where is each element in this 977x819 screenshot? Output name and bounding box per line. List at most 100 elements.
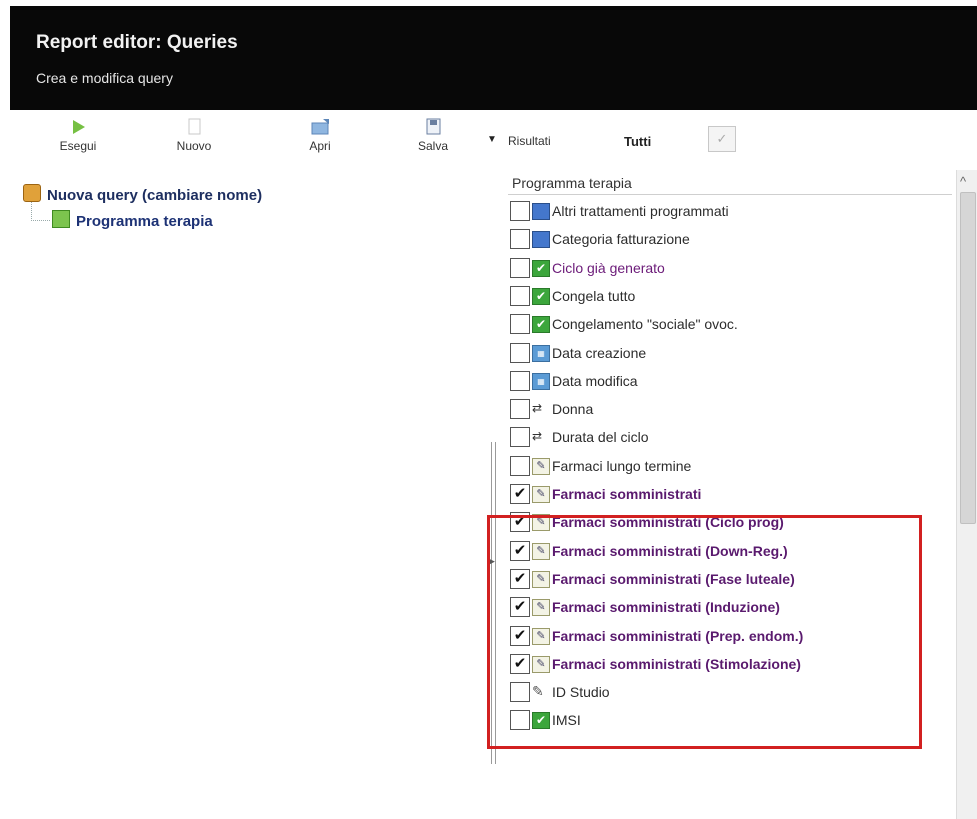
save-icon (426, 118, 441, 135)
field-checkbox[interactable]: ✔ (510, 512, 530, 533)
save-button-label: Salva (417, 139, 449, 153)
field-type-date-icon: ▦ (532, 372, 550, 390)
field-row[interactable]: ✔ ✎ Farmaci somministrati (510, 481, 950, 507)
field-type-edit-icon: ✎ (532, 486, 550, 503)
field-label: Donna (552, 401, 594, 418)
field-label: Ciclo già generato (552, 259, 665, 276)
open-folder-icon (311, 119, 329, 135)
field-checkbox[interactable] (510, 682, 530, 703)
scroll-up-icon[interactable]: ^ (960, 174, 966, 189)
page-subtitle: Crea e modifica query (36, 70, 173, 86)
play-icon (73, 120, 85, 134)
field-checkbox[interactable]: ✔ (510, 597, 530, 618)
field-checkbox[interactable] (510, 710, 530, 731)
tree-root-query[interactable]: Nuova query (cambiare nome) (23, 184, 262, 204)
field-label: Durata del ciclo (552, 429, 649, 446)
field-checkbox[interactable] (510, 399, 530, 420)
table-icon (52, 210, 70, 228)
header-bar: Report editor: Queries Crea e modifica q… (10, 6, 977, 110)
field-label: Farmaci somministrati (Induzione) (552, 599, 780, 616)
field-type-link-icon: ⇄ (532, 401, 543, 416)
field-row[interactable]: ✎ Farmaci lungo termine (510, 453, 950, 479)
field-label: Congela tutto (552, 287, 636, 304)
field-label: Farmaci somministrati (Down-Reg.) (552, 542, 788, 559)
field-row[interactable]: ✔ ✎ Farmaci somministrati (Fase luteale) (510, 566, 950, 592)
field-label: Farmaci lungo termine (552, 457, 692, 474)
tree-connector (31, 202, 50, 221)
field-type-bool-icon: ✔ (532, 287, 550, 305)
field-checkbox[interactable]: ✔ (510, 540, 530, 561)
field-row[interactable]: ✔ Congelamento "sociale" ovoc. (510, 311, 950, 337)
field-row[interactable]: ✔ ✎ Farmaci somministrati (Ciclo prog) (510, 509, 950, 535)
field-row[interactable]: ✔ Congela tutto (510, 283, 950, 309)
save-button[interactable]: Salva (398, 116, 468, 162)
tree-root-label: Nuova query (cambiare nome) (47, 187, 263, 204)
database-icon (23, 184, 41, 202)
field-type-bool-icon: ✔ (532, 316, 550, 334)
field-type-bool-icon: ✔ (532, 259, 550, 277)
field-checkbox[interactable] (510, 314, 530, 335)
field-checkbox[interactable] (510, 229, 530, 250)
field-row[interactable]: ▦ Data modifica (510, 368, 950, 394)
field-type-link-icon: ⇄ (532, 429, 543, 444)
field-label: Farmaci somministrati (Fase luteale) (552, 570, 795, 587)
field-checkbox[interactable] (510, 342, 530, 363)
panel-splitter[interactable] (491, 442, 496, 764)
results-label: Risultati (508, 134, 551, 148)
field-row[interactable]: ✔ ✎ Farmaci somministrati (Induzione) (510, 594, 950, 620)
open-button-label: Apri (309, 139, 331, 153)
field-row[interactable]: ▦ Data creazione (510, 340, 950, 366)
field-type-edit-icon: ✎ (532, 514, 550, 532)
field-row[interactable]: ⇄ Durata del ciclo (510, 424, 950, 450)
field-type-edit-icon: ✎ (532, 655, 550, 673)
field-row[interactable]: ✔ IMSI (510, 707, 950, 733)
field-row[interactable]: ✎ ID Studio (510, 679, 950, 705)
field-checkbox[interactable]: ✔ (510, 625, 530, 646)
open-button[interactable]: Apri (285, 116, 355, 162)
field-label: Congelamento "sociale" ovoc. (552, 316, 738, 333)
field-row[interactable]: Categoria fatturazione (510, 226, 950, 252)
field-checkbox[interactable]: ✔ (510, 484, 530, 504)
field-row[interactable]: ✔ Ciclo già generato (510, 255, 950, 281)
run-button-label: Esegui (59, 139, 97, 153)
field-label: Farmaci somministrati (Ciclo prog) (552, 514, 784, 531)
new-document-icon (188, 118, 201, 135)
collapse-arrow-icon[interactable]: ▶ (488, 556, 495, 567)
field-row[interactable]: Altri trattamenti programmati (510, 198, 950, 224)
field-checkbox[interactable] (510, 285, 530, 306)
field-checkbox[interactable] (510, 455, 530, 476)
field-type-edit-icon: ✎ (532, 570, 550, 588)
field-row[interactable]: ✔ ✎ Farmaci somministrati (Prep. endom.) (510, 623, 950, 649)
field-checkbox[interactable] (510, 201, 530, 221)
field-checkbox[interactable] (510, 370, 530, 391)
field-checkbox[interactable] (510, 427, 530, 448)
field-row[interactable]: ✔ ✎ Farmaci somministrati (Down-Reg.) (510, 538, 950, 564)
field-row[interactable]: ⇄ Donna (510, 396, 950, 422)
field-row[interactable]: ✔ ✎ Farmaci somministrati (Stimolazione) (510, 651, 950, 677)
field-type-edit-icon: ✎ (532, 599, 550, 617)
new-button[interactable]: Nuovo (159, 116, 229, 162)
field-label: Categoria fatturazione (552, 231, 690, 248)
tree-node-programma-terapia[interactable]: Programma terapia (52, 210, 213, 230)
tree-child-label: Programma terapia (76, 213, 213, 230)
query-tree: Nuova query (cambiare nome) Programma te… (0, 176, 490, 819)
field-label: Altri trattamenti programmati (552, 203, 729, 219)
field-type-edit-icon: ✎ (532, 457, 550, 475)
field-checkbox[interactable] (510, 257, 530, 278)
field-type-date-icon: ▦ (532, 344, 550, 362)
all-results-button[interactable]: Tutti (624, 134, 651, 149)
results-dropdown-arrow-icon[interactable]: ▼ (487, 134, 497, 145)
new-button-label: Nuovo (176, 139, 212, 153)
run-button[interactable]: Esegui (43, 116, 113, 162)
results-toggle-checkbox[interactable]: ✓ (708, 126, 736, 152)
field-type-edit-icon: ✎ (532, 542, 550, 560)
vertical-scrollbar[interactable]: ^ (956, 170, 977, 819)
field-label: Farmaci somministrati (Prep. endom.) (552, 627, 804, 644)
scrollbar-thumb[interactable] (960, 192, 976, 524)
field-label: IMSI (552, 712, 581, 729)
field-checkbox[interactable]: ✔ (510, 653, 530, 674)
field-label: Farmaci somministrati (552, 486, 702, 502)
field-type-bool-icon: ✔ (532, 712, 550, 730)
field-checkbox[interactable]: ✔ (510, 568, 530, 589)
fields-panel: Programma terapia ^ Altri trattamenti pr… (500, 170, 977, 819)
